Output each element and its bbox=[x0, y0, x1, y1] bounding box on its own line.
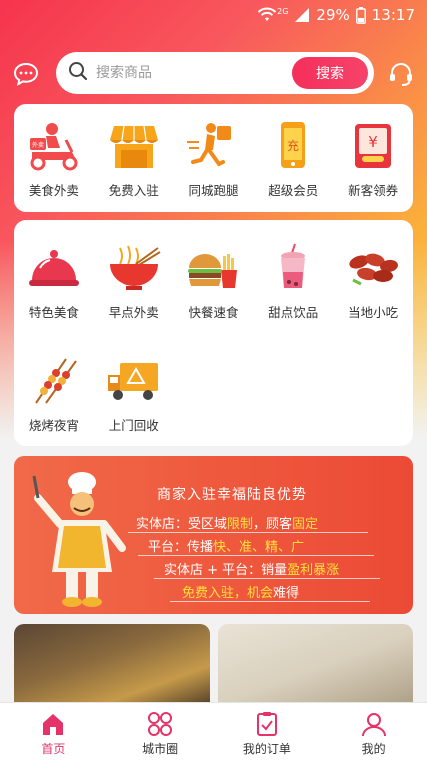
search-button[interactable]: 搜索 bbox=[292, 57, 368, 89]
search-box: 搜索 bbox=[56, 52, 374, 94]
customer-service-icon[interactable] bbox=[387, 60, 415, 88]
svg-text:充: 充 bbox=[287, 138, 299, 153]
category-label: 美食外卖 bbox=[28, 183, 79, 198]
svg-text:外卖: 外卖 bbox=[32, 141, 44, 149]
search-row: 搜索 bbox=[0, 52, 427, 96]
delivery-scooter-icon: 外卖 bbox=[29, 123, 78, 171]
burger-fries-icon bbox=[188, 254, 238, 288]
food-photo-buns[interactable] bbox=[218, 624, 413, 714]
search-input[interactable] bbox=[96, 65, 276, 81]
category-label: 早点外卖 bbox=[108, 305, 159, 320]
category-label: 超级会员 bbox=[268, 183, 319, 198]
nav-label: 城市圈 bbox=[142, 742, 179, 756]
network-type: 2G bbox=[277, 6, 289, 16]
search-icon bbox=[68, 61, 88, 85]
banner-divider bbox=[138, 555, 374, 556]
banner-divider bbox=[170, 601, 370, 602]
nav-home[interactable]: 首页 bbox=[0, 703, 107, 760]
signal-icon bbox=[294, 7, 310, 23]
nav-city-circle[interactable]: 城市圈 bbox=[107, 703, 214, 760]
svg-text:¥: ¥ bbox=[368, 133, 378, 151]
category-new-coupon[interactable]: ¥ 新客领券 bbox=[333, 104, 413, 212]
nav-label: 我的 bbox=[361, 742, 386, 756]
category-recycling[interactable]: 上门回收 bbox=[94, 333, 174, 446]
category-breakfast[interactable]: 早点外卖 bbox=[94, 220, 174, 333]
wifi-icon bbox=[257, 7, 277, 23]
category-free-join[interactable]: 免费入驻 bbox=[94, 104, 174, 212]
category-specialty-food[interactable]: 特色美食 bbox=[14, 220, 94, 333]
milk-tea-icon bbox=[281, 243, 306, 288]
category-fast-food[interactable]: 快餐速食 bbox=[174, 220, 254, 333]
nav-label: 我的订单 bbox=[242, 742, 291, 756]
clock-time: 13:17 bbox=[371, 6, 415, 24]
noodle-bowl-icon bbox=[109, 245, 161, 290]
category-label: 上门回收 bbox=[108, 418, 159, 433]
category-local-snacks[interactable]: 当地小吃 bbox=[333, 220, 413, 333]
category-label: 同城跑腿 bbox=[188, 183, 239, 198]
category-bbq[interactable]: 烧烤夜宵 bbox=[14, 333, 94, 446]
message-icon[interactable] bbox=[12, 60, 40, 88]
banner-title: 商家入驻幸福陆良优势 bbox=[157, 487, 307, 503]
category-dessert-drinks[interactable]: 甜点饮品 bbox=[253, 220, 333, 333]
status-bar: 2G 29% 13:17 bbox=[0, 0, 427, 30]
banner-line-4: 免费入驻，机会难得 bbox=[182, 586, 300, 601]
banner-line-1: 实体店：受区域限制，顾客固定 bbox=[136, 517, 319, 532]
bottom-nav: 首页 城市圈 我的订单 我的 bbox=[0, 702, 427, 760]
category-label: 新客领券 bbox=[348, 183, 399, 198]
banner-divider bbox=[154, 578, 380, 579]
bbq-skewer-icon bbox=[35, 358, 77, 404]
recycle-truck-icon bbox=[107, 363, 158, 400]
coupon-envelope-icon: ¥ bbox=[355, 124, 392, 168]
recharge-phone-icon: 充 bbox=[281, 122, 306, 168]
nav-label: 首页 bbox=[41, 742, 66, 756]
grid-circles-icon bbox=[148, 712, 173, 736]
chef-illustration bbox=[32, 472, 126, 607]
home-icon bbox=[43, 714, 64, 735]
merchant-join-banner[interactable]: 商家入驻幸福陆良优势 实体店：受区域限制，顾客固定 平台：传播快、准、精、广 实… bbox=[14, 456, 413, 614]
category-label: 快餐速食 bbox=[188, 305, 239, 320]
category-super-member[interactable]: 充 超级会员 bbox=[253, 104, 333, 212]
service-categories-card: 外卖 美食外卖 免费入驻 同城跑腿 充 超级会员 ¥ 新客领券 bbox=[14, 104, 413, 212]
running-courier-icon bbox=[187, 123, 232, 167]
category-errand[interactable]: 同城跑腿 bbox=[174, 104, 254, 212]
sausage-icon bbox=[349, 253, 399, 286]
shop-awning-icon bbox=[109, 125, 158, 168]
banner-divider bbox=[128, 532, 368, 533]
category-food-delivery[interactable]: 外卖 美食外卖 bbox=[14, 104, 94, 212]
food-photo-noodles[interactable] bbox=[14, 624, 210, 714]
category-label: 特色美食 bbox=[28, 305, 79, 320]
user-icon bbox=[361, 713, 386, 737]
battery-percent: 29% bbox=[316, 6, 350, 24]
order-clipboard-icon bbox=[256, 712, 277, 736]
food-categories-card: 特色美食 早点外卖 快餐速食 甜点饮品 当地小吃 烧烤夜宵 上门回收 bbox=[14, 220, 413, 446]
banner-line-2: 平台：传播快、准、精、广 bbox=[148, 540, 305, 555]
banner-line-3: 实体店 + 平台：销量盈利暴涨 bbox=[164, 563, 340, 578]
nav-my-orders[interactable]: 我的订单 bbox=[214, 703, 321, 760]
dish-cover-icon bbox=[28, 250, 79, 286]
category-label: 甜点饮品 bbox=[268, 305, 319, 320]
nav-profile[interactable]: 我的 bbox=[320, 703, 427, 760]
category-label: 当地小吃 bbox=[348, 305, 399, 320]
category-label: 免费入驻 bbox=[108, 183, 159, 198]
category-label: 烧烤夜宵 bbox=[28, 418, 79, 433]
battery-icon bbox=[355, 6, 366, 24]
